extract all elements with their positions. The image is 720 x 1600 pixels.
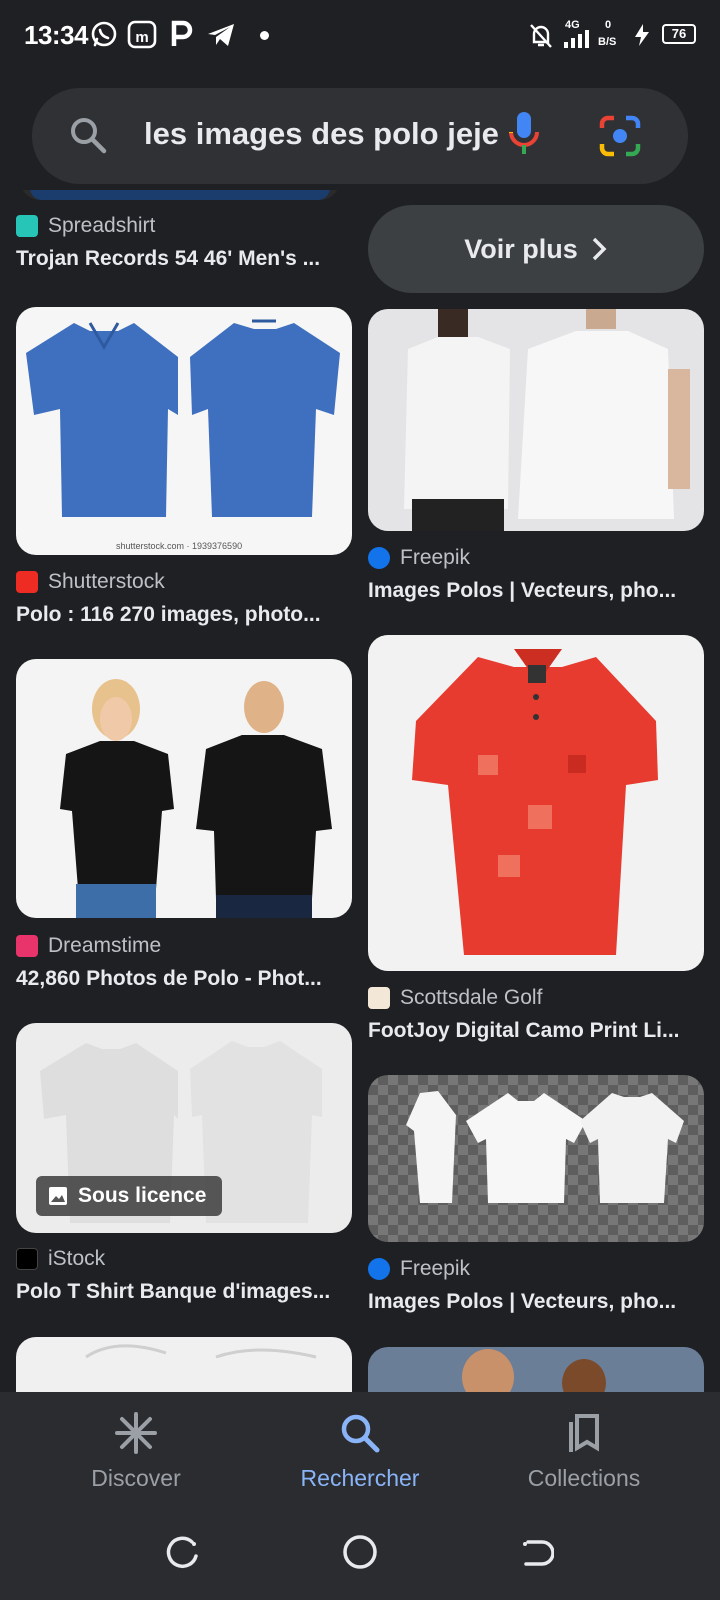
p-app-icon: [171, 20, 193, 46]
freepik-logo-icon: [368, 1258, 390, 1280]
result-source-label: Scottsdale Golf: [400, 986, 543, 1009]
result-image-red-polo[interactable]: [368, 635, 704, 971]
voir-plus-label: Voir plus: [464, 233, 578, 264]
status-bar: 13:34 m 4G 0 B/S 76: [0, 0, 720, 72]
system-navigation-bar: [0, 1512, 720, 1600]
result-title[interactable]: Images Polos | Vecteurs, pho...: [368, 579, 698, 603]
battery-level: 76: [662, 24, 696, 44]
result-image-black-polo[interactable]: [16, 659, 352, 918]
result-source: Shutterstock: [16, 568, 165, 596]
result-source-label: Freepik: [400, 1257, 471, 1280]
shutterstock-watermark: shutterstock.com · 1939376590: [116, 541, 243, 551]
image-icon: [49, 1187, 67, 1205]
data-rate-value: 0: [605, 19, 612, 31]
nav-collections[interactable]: Collections: [484, 1412, 684, 1492]
svg-text:m: m: [135, 29, 148, 46]
charging-icon: [635, 24, 649, 46]
result-source: Freepik: [368, 544, 470, 572]
result-source-label: Spreadshirt: [48, 214, 156, 237]
google-lens-icon[interactable]: [598, 114, 642, 158]
result-source-label: Shutterstock: [48, 570, 165, 593]
result-image-white-polo-couple[interactable]: [368, 309, 704, 531]
result-title[interactable]: Polo : 116 270 images, photo...: [16, 603, 346, 627]
data-rate-unit: B/S: [598, 36, 617, 48]
result-title[interactable]: FootJoy Digital Camo Print Li...: [368, 1019, 698, 1043]
result-source-label: Dreamstime: [48, 934, 162, 957]
result-source: Scottsdale Golf: [368, 984, 542, 1012]
result-image-partial[interactable]: [20, 190, 340, 200]
freepik-logo-icon: [368, 547, 390, 569]
search-input[interactable]: les images des polo jeje: [144, 116, 499, 152]
white-polo-couple-image: [404, 309, 690, 531]
result-title[interactable]: 42,860 Photos de Polo - Phot...: [16, 967, 346, 991]
search-icon: [341, 1414, 380, 1453]
result-source: Freepik: [368, 1255, 470, 1283]
telegram-icon: [208, 24, 234, 46]
signal-icon: [564, 30, 589, 48]
whatsapp-icon: [91, 21, 117, 47]
istock-logo-icon: [16, 1248, 38, 1270]
result-source-label: Freepik: [400, 546, 471, 569]
result-title[interactable]: Images Polos | Vecteurs, pho...: [368, 1290, 698, 1314]
search-icon: [71, 118, 107, 154]
bell-off-icon: [530, 24, 552, 48]
licensed-badge-label: Sous licence: [78, 1184, 207, 1207]
dreamstime-logo-icon: [16, 935, 38, 957]
recent-apps-icon[interactable]: [166, 1536, 200, 1570]
discover-asterisk-icon: [115, 1412, 157, 1454]
result-title[interactable]: Trojan Records 54 46' Men's ...: [16, 247, 336, 271]
scottsdale-golf-logo-icon: [368, 987, 390, 1009]
notification-dot: [260, 31, 269, 40]
result-image-polo-mockup[interactable]: [368, 1075, 704, 1242]
back-icon[interactable]: [520, 1536, 554, 1570]
app-calendar-icon: m: [127, 20, 157, 49]
home-icon[interactable]: [342, 1534, 378, 1570]
blue-polo-image: [26, 319, 340, 517]
bottom-navigation: Discover Rechercher Collections: [0, 1392, 720, 1512]
result-source: Spreadshirt: [16, 212, 155, 240]
licensed-badge[interactable]: Sous licence: [36, 1176, 223, 1216]
nav-search-label: Rechercher: [300, 1465, 420, 1491]
microphone-icon[interactable]: [508, 110, 540, 160]
polo-mockup-image: [406, 1091, 684, 1203]
people-partial-image: [462, 1349, 606, 1407]
result-source-label: iStock: [48, 1247, 106, 1270]
result-source: Dreamstime: [16, 932, 161, 960]
nav-discover[interactable]: Discover: [36, 1412, 236, 1492]
spreadshirt-logo-icon: [16, 215, 38, 237]
voir-plus-button[interactable]: Voir plus: [368, 205, 704, 293]
nav-search[interactable]: Rechercher: [260, 1412, 460, 1492]
status-time: 13:34: [24, 20, 89, 50]
result-image-blue-polo[interactable]: shutterstock.com · 1939376590: [16, 307, 352, 555]
result-source: iStock: [16, 1245, 105, 1273]
result-title[interactable]: Polo T Shirt Banque d'images...: [16, 1280, 346, 1304]
nav-collections-label: Collections: [527, 1465, 641, 1491]
search-bar[interactable]: les images des polo jeje: [32, 88, 688, 184]
red-polo-image: [412, 649, 658, 955]
nav-discover-label: Discover: [91, 1465, 181, 1491]
black-polo-image: [60, 679, 332, 918]
chevron-right-icon: [592, 237, 607, 261]
collections-bookmark-icon: [569, 1414, 599, 1452]
white-polo-partial-image: [85, 1344, 317, 1359]
shutterstock-logo-icon: [16, 571, 38, 593]
